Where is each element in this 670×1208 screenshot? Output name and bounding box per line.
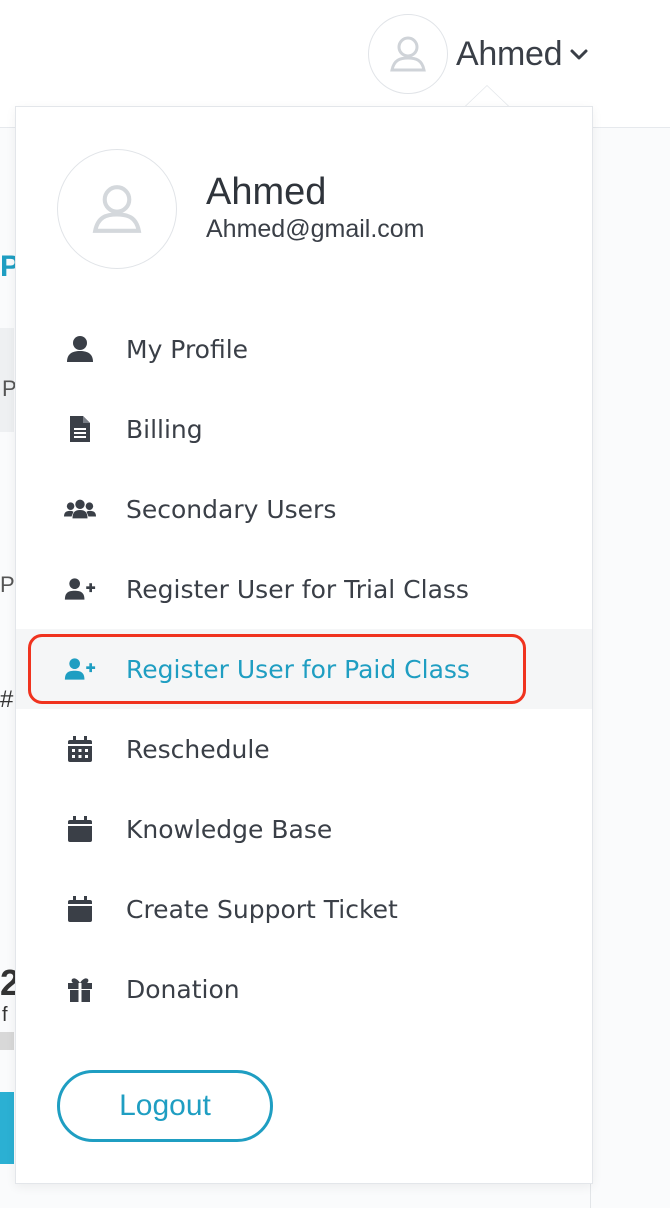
menu-item-donation[interactable]: Donation [16, 949, 592, 1029]
menu-item-label: My Profile [126, 334, 249, 364]
menu-item-label: Register User for Trial Class [126, 574, 469, 604]
calendar-icon [64, 813, 96, 845]
gift-icon [64, 973, 96, 1005]
dropdown-menu-list: My Profile Billing Secondary Users Regis… [16, 309, 592, 1029]
menu-item-label: Register User for Paid Class [126, 654, 470, 684]
background-border [590, 1180, 591, 1208]
background-text: # [0, 686, 14, 713]
dropdown-profile-header: Ahmed Ahmed@gmail.com [16, 107, 592, 317]
user-placeholder-icon [92, 185, 142, 233]
profile-name: Ahmed [206, 171, 327, 213]
users-icon [64, 493, 96, 525]
background-text: f [2, 1004, 8, 1026]
user-dropdown-menu: Ahmed Ahmed@gmail.com My Profile Billing… [15, 106, 593, 1184]
menu-item-billing[interactable]: Billing [16, 389, 592, 469]
menu-item-my-profile[interactable]: My Profile [16, 309, 592, 389]
avatar [368, 14, 448, 94]
background-progress-bar [0, 1032, 14, 1050]
menu-item-label: Donation [126, 974, 240, 1004]
user-name: Ahmed [456, 34, 563, 73]
menu-item-label: Billing [126, 414, 203, 444]
calendar-grid-icon [64, 733, 96, 765]
menu-item-knowledge-base[interactable]: Knowledge Base [16, 789, 592, 869]
menu-item-register-paid-class[interactable]: Register User for Paid Class [16, 629, 592, 709]
menu-item-label: Knowledge Base [126, 814, 333, 844]
menu-item-label: Secondary Users [126, 494, 337, 524]
user-placeholder-icon [390, 36, 426, 72]
menu-item-reschedule[interactable]: Reschedule [16, 709, 592, 789]
user-menu-trigger[interactable]: Ahmed [368, 12, 590, 96]
menu-item-label: Create Support Ticket [126, 894, 398, 924]
menu-item-label: Reschedule [126, 734, 270, 764]
dropdown-caret [465, 86, 509, 107]
avatar-large [57, 149, 177, 269]
menu-item-secondary-users[interactable]: Secondary Users [16, 469, 592, 549]
user-icon [64, 333, 96, 365]
background-text: P [0, 572, 15, 597]
menu-item-create-support-ticket[interactable]: Create Support Ticket [16, 869, 592, 949]
background-button [0, 1092, 14, 1164]
profile-email: Ahmed@gmail.com [206, 215, 425, 243]
chevron-down-icon [570, 49, 588, 60]
logout-button[interactable]: Logout [57, 1070, 273, 1142]
user-plus-icon [64, 653, 96, 685]
user-plus-icon [64, 573, 96, 605]
calendar-icon [64, 893, 96, 925]
document-icon [64, 413, 96, 445]
menu-item-register-trial-class[interactable]: Register User for Trial Class [16, 549, 592, 629]
